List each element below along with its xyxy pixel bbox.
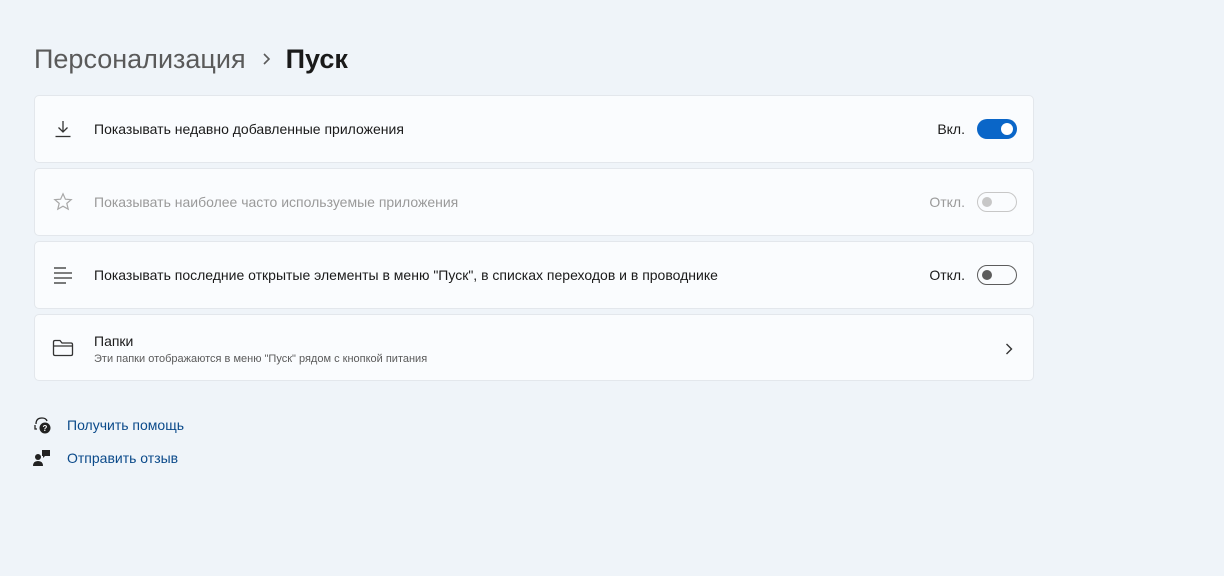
breadcrumb-parent[interactable]: Персонализация xyxy=(34,44,246,75)
toggle-knob xyxy=(982,270,992,280)
setting-most-used: Показывать наиболее часто используемые п… xyxy=(34,168,1034,236)
toggle-knob xyxy=(1001,123,1013,135)
recent-items-toggle[interactable] xyxy=(977,265,1017,285)
help-icon: ? xyxy=(32,415,52,435)
send-feedback-link[interactable]: Отправить отзыв xyxy=(32,447,184,469)
feedback-icon xyxy=(32,448,52,468)
most-used-toggle[interactable] xyxy=(977,192,1017,212)
chevron-right-icon xyxy=(246,52,286,66)
folders-link-card[interactable]: Папки Эти папки отображаются в меню "Пус… xyxy=(34,314,1034,381)
footer-links: ? Получить помощь Отправить отзыв xyxy=(32,414,184,480)
send-feedback-label: Отправить отзыв xyxy=(67,450,179,466)
breadcrumb: Персонализация Пуск xyxy=(34,40,348,78)
setting-label: Показывать недавно добавленные приложени… xyxy=(94,121,404,137)
toggle-state-label: Вкл. xyxy=(937,121,965,137)
page-title: Пуск xyxy=(285,43,348,74)
toggle-state-label: Откл. xyxy=(929,267,965,283)
get-help-label: Получить помощь xyxy=(67,417,185,433)
folders-title: Папки xyxy=(94,333,134,349)
download-icon xyxy=(52,118,74,140)
setting-label: Показывать последние открытые элементы в… xyxy=(94,267,718,283)
star-icon xyxy=(52,191,74,213)
get-help-link[interactable]: ? Получить помощь xyxy=(32,414,184,436)
folders-subtitle: Эти папки отображаются в меню "Пуск" ряд… xyxy=(94,353,428,365)
list-icon xyxy=(52,264,74,286)
toggle-state-label: Откл. xyxy=(929,194,965,210)
chevron-right-icon xyxy=(1003,342,1015,356)
setting-recently-added: Показывать недавно добавленные приложени… xyxy=(34,95,1034,163)
recently-added-toggle[interactable] xyxy=(977,119,1017,139)
setting-recent-items: Показывать последние открытые элементы в… xyxy=(34,241,1034,309)
toggle-knob xyxy=(982,197,992,207)
folder-icon xyxy=(52,337,74,359)
svg-text:?: ? xyxy=(43,424,48,433)
setting-label: Показывать наиболее часто используемые п… xyxy=(94,194,459,210)
